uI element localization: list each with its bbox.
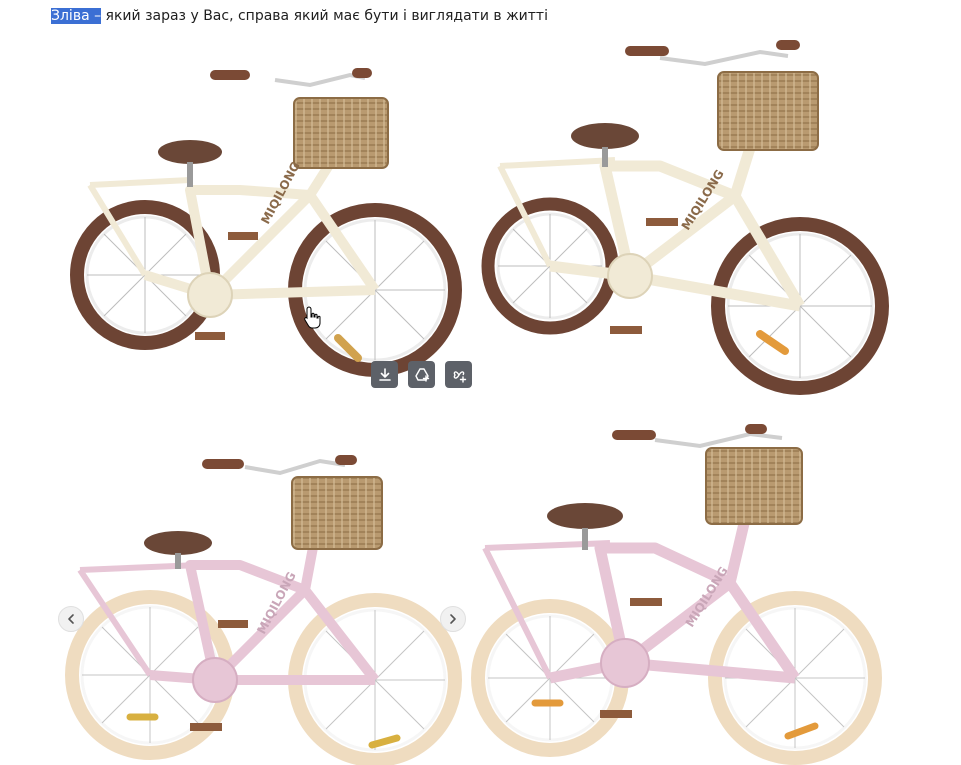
bike-image-top-left: MIQILONG: [70, 68, 462, 377]
bike-cream-real: MIQILONG: [481, 40, 889, 395]
image-toolbar: [371, 361, 472, 388]
bike-pink-current: MIQILONG: [65, 455, 462, 765]
bike-cream-current: MIQILONG: [70, 68, 462, 377]
bike-pink-real: MIQILONG: [471, 424, 882, 765]
caption-highlight: Зліва –: [51, 8, 102, 24]
chevron-left-icon: [68, 614, 74, 624]
chevron-right-icon: [450, 614, 456, 624]
download-button[interactable]: [371, 361, 398, 388]
pin-add-icon: [453, 370, 466, 383]
previous-image-button[interactable]: [58, 606, 84, 632]
save-to-drive-button[interactable]: [408, 361, 435, 388]
download-icon: [378, 367, 391, 381]
bike-image-bottom-right: MIQILONG: [471, 424, 882, 765]
caption-rest: який зараз у Вас, справа який має бути і…: [101, 8, 548, 24]
next-image-button[interactable]: [440, 606, 466, 632]
pin-add-button[interactable]: [445, 361, 472, 388]
bike-image-top-right: MIQILONG: [481, 40, 889, 395]
bike-image-bottom-left: MIQILONG: [65, 455, 462, 765]
hand-cursor-icon: [304, 306, 321, 329]
add-to-drive-icon: [414, 367, 429, 382]
caption-text: Зліва – який зараз у Вас, справа який ма…: [51, 6, 548, 26]
